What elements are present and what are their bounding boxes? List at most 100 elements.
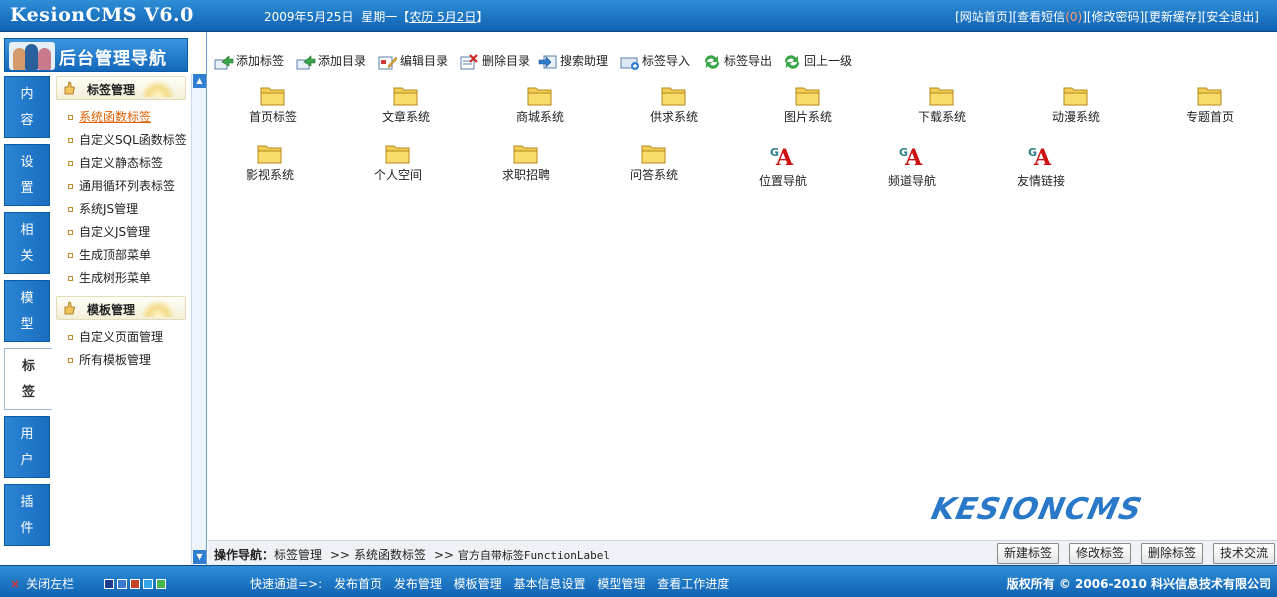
bullet-icon — [68, 184, 73, 189]
tab-char: 用 — [20, 427, 34, 442]
menu-item-label: 自定义静态标签 — [79, 156, 164, 170]
button-label: 标签导入 — [642, 54, 691, 68]
bullet-icon — [68, 230, 73, 235]
menu-item-top-menu[interactable]: 生成顶部菜单 — [68, 246, 151, 263]
quick-link[interactable]: 基本信息设置 — [514, 577, 586, 591]
group-template-management[interactable]: 模板管理 — [56, 296, 186, 320]
theme-swatch[interactable] — [156, 579, 166, 589]
sun-decoration — [141, 79, 175, 97]
thumbs-up-icon — [64, 301, 75, 315]
quick-link[interactable]: 查看工作进度 — [657, 577, 729, 591]
theme-swatch[interactable] — [117, 579, 127, 589]
folder-item[interactable]: 求职招聘 — [466, 142, 586, 183]
breadcrumb-sep: >> — [329, 548, 350, 562]
folder-item[interactable]: 文章系统 — [346, 84, 466, 125]
view-messages-link[interactable]: [查看短信 — [1013, 10, 1066, 24]
update-cache-link[interactable]: [更新缓存] — [1144, 10, 1201, 24]
breadcrumb-item[interactable]: 标签管理 — [274, 548, 322, 562]
new-label-button[interactable]: 新建标签 — [997, 543, 1060, 564]
quick-link[interactable]: 发布管理 — [394, 577, 442, 591]
tab-labels[interactable]: 标签 — [4, 348, 52, 410]
menu-item-custom-js[interactable]: 自定义JS管理 — [68, 223, 150, 240]
folder-item[interactable]: 下载系统 — [882, 84, 1002, 125]
breadcrumb-item[interactable]: 系统函数标签 — [354, 548, 426, 562]
quick-link[interactable]: 模板管理 — [454, 577, 502, 591]
search-helper-button[interactable]: 搜索助理 — [538, 52, 608, 70]
folder-item[interactable]: 供求系统 — [614, 84, 734, 125]
quick-link[interactable]: 模型管理 — [597, 577, 645, 591]
folder-icon — [1197, 87, 1222, 106]
folder-item[interactable]: 专题首页 — [1150, 84, 1270, 125]
copyright-text: 版权所有 © 2006-2010 科兴信息技术有限公司 — [1006, 577, 1271, 591]
delete-label-button[interactable]: 删除标签 — [1141, 543, 1204, 564]
folder-item[interactable]: 动漫系统 — [1016, 84, 1136, 125]
theme-swatches — [104, 578, 169, 592]
bullet-icon — [68, 138, 73, 143]
folder-item[interactable]: 问答系统 — [594, 142, 714, 183]
tab-users[interactable]: 用户 — [4, 416, 50, 478]
sidebar-title: 后台管理导航 — [59, 49, 167, 69]
quick-links: 快速通道=>: 发布首页 发布管理 模板管理 基本信息设置 模型管理 查看工作进… — [250, 575, 729, 592]
tab-content[interactable]: 内容 — [4, 76, 50, 138]
menu-item-custom-static-label[interactable]: 自定义静态标签 — [68, 154, 163, 171]
quick-prefix: 快速通道=>: — [250, 577, 323, 591]
close-left-panel-button[interactable]: × 关闭左栏 — [10, 575, 74, 592]
tab-settings[interactable]: 设置 — [4, 144, 50, 206]
quick-link[interactable]: 发布首页 — [334, 577, 382, 591]
go-up-button[interactable]: 回上一级 — [782, 52, 852, 70]
export-labels-button[interactable]: 标签导出 — [702, 52, 772, 70]
tab-models[interactable]: 模型 — [4, 280, 50, 342]
label-item[interactable]: GA 位置导航 — [723, 146, 843, 189]
menu-item-custom-page[interactable]: 自定义页面管理 — [68, 328, 163, 345]
menu-item-system-function-label[interactable]: 系统函数标签 — [68, 108, 151, 125]
add-label-button[interactable]: 添加标签 — [214, 52, 284, 70]
lunar-date-link[interactable]: 农历 5月2日 — [409, 10, 476, 24]
tech-forum-button[interactable]: 技术交流 — [1213, 543, 1276, 564]
close-label: 关闭左栏 — [26, 577, 75, 591]
folder-icon — [527, 87, 552, 106]
scroll-up-icon[interactable]: ▲ — [193, 74, 206, 88]
group-label-management[interactable]: 标签管理 — [56, 76, 186, 100]
folder-item[interactable]: 商城系统 — [480, 84, 600, 125]
folder-item[interactable]: 首页标签 — [213, 84, 333, 125]
folder-item[interactable]: 图片系统 — [748, 84, 868, 125]
label-item[interactable]: GA 友情链接 — [981, 146, 1101, 189]
tab-char: 内 — [20, 87, 34, 102]
add-directory-button[interactable]: 添加目录 — [296, 52, 366, 70]
tab-char: 签 — [21, 385, 35, 400]
folder-icon — [260, 87, 285, 106]
tab-related[interactable]: 相关 — [4, 212, 50, 274]
theme-swatch[interactable] — [104, 579, 114, 589]
folder-item[interactable]: 个人空间 — [338, 142, 458, 183]
site-home-link[interactable]: [网站首页] — [955, 10, 1012, 24]
folder-item[interactable]: 影视系统 — [210, 142, 330, 183]
top-links: [网站首页][查看短信(0)][修改密码][更新缓存][安全退出] — [955, 8, 1259, 25]
menu-item-tree-menu[interactable]: 生成树形菜单 — [68, 269, 151, 286]
tab-char: 容 — [20, 113, 34, 128]
theme-swatch[interactable] — [130, 579, 140, 589]
folder-icon — [393, 87, 418, 106]
folder-icon — [513, 145, 538, 164]
menu-item-label: 所有模板管理 — [79, 353, 152, 367]
edit-label-button[interactable]: 修改标签 — [1069, 543, 1132, 564]
left-sidebar: 后台管理导航 内容 设置 相关 模型 标签 用户 插件 标签管理 系统函数标签 … — [0, 32, 207, 565]
delete-directory-button[interactable]: 删除目录 — [460, 52, 530, 70]
folder-label: 问答系统 — [629, 168, 678, 182]
label-item[interactable]: GA 频道导航 — [852, 146, 972, 189]
change-password-link[interactable]: [修改密码] — [1087, 10, 1144, 24]
scroll-down-icon[interactable]: ▼ — [193, 550, 206, 564]
button-label: 添加标签 — [236, 54, 285, 68]
menu-item-system-js[interactable]: 系统JS管理 — [68, 200, 138, 217]
edit-directory-button[interactable]: 编辑目录 — [378, 52, 448, 70]
tab-plugins[interactable]: 插件 — [4, 484, 50, 546]
menu-item-loop-list-label[interactable]: 通用循环列表标签 — [68, 177, 175, 194]
menu-item-custom-sql-label[interactable]: 自定义SQL函数标签 — [68, 131, 187, 148]
import-labels-button[interactable]: 标签导入 — [620, 52, 690, 70]
sidebar-scrollbar[interactable]: ▲ ▼ — [191, 74, 206, 564]
menu-item-all-templates[interactable]: 所有模板管理 — [68, 351, 151, 368]
theme-swatch[interactable] — [143, 579, 153, 589]
operation-bar: 操作导航：标签管理 >> 系统函数标签 >> 官方自带标签FunctionLabel… — [208, 540, 1277, 565]
group-title: 模板管理 — [87, 303, 136, 317]
label-ga-icon: GA — [770, 145, 794, 171]
logout-link[interactable]: [安全退出] — [1202, 10, 1259, 24]
